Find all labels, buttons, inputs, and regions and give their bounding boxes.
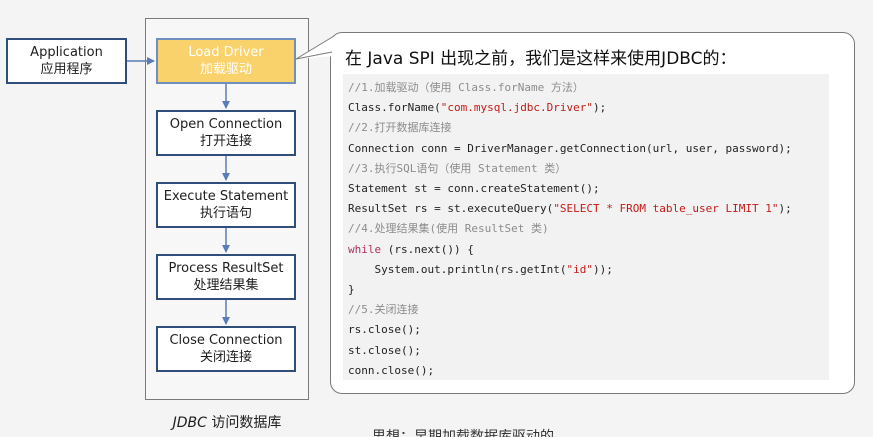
code-text: } <box>348 283 355 296</box>
code-string: "id" <box>566 262 594 276</box>
code-text: Statement st = conn.createStatement(); <box>348 182 600 195</box>
code-text: Class.forName( <box>348 101 441 115</box>
code-comment: //2.打开数据库连接 <box>348 121 452 135</box>
code-keyword: while <box>348 242 382 256</box>
group-caption-zh: 访问数据库 <box>211 415 282 431</box>
code-text: st.close(); <box>348 343 421 357</box>
code-line: //3.执行SQL语句（使用 Statement 类） <box>348 162 566 176</box>
code-string: "com.mysql.jdbc.Driver" <box>440 101 594 115</box>
code-text: ); <box>778 202 792 216</box>
code-line: rs.close(); <box>348 323 421 337</box>
code-comment: //3.执行SQL语句（使用 Statement 类） <box>348 161 567 175</box>
code-line: } <box>348 283 355 297</box>
code-line: conn.close(); <box>348 364 434 378</box>
code-text: ); <box>593 101 607 115</box>
callout-pointer <box>295 35 335 60</box>
group-caption: JDBC 访问数据库 <box>145 412 309 432</box>
code-line: //1.加载驱动（使用 Class.forName 方法） <box>348 81 584 95</box>
code-line: Statement st = conn.createStatement(); <box>348 182 600 196</box>
code-text: ResultSet rs = st.executeQuery( <box>348 202 554 216</box>
code-text: (rs.next()) { <box>381 242 474 256</box>
bottom-subtitle: 思想：早期加载数据库驱动的 <box>372 429 554 437</box>
callout-title: 在 Java SPI 出现之前，我们是这样来使用JDBC的： <box>345 49 737 69</box>
code-text: System.out.println(rs.getInt( <box>348 262 567 276</box>
code-string: "SELECT * FROM table_user LIMIT 1" <box>553 202 779 216</box>
code-text: Connection conn = DriverManager.getConne… <box>348 141 792 155</box>
code-comment: //4.处理结果集(使用 ResultSet 类) <box>348 222 549 236</box>
code-text: rs.close(); <box>348 323 421 337</box>
code-line: Connection conn = DriverManager.getConne… <box>348 142 792 156</box>
code-line: //4.处理结果集(使用 ResultSet 类) <box>348 222 549 236</box>
code-line: //5.关闭连接 <box>348 303 419 317</box>
code-text: )); <box>593 262 613 276</box>
code-text: conn.close(); <box>348 363 435 377</box>
code-line: Class.forName("com.mysql.jdbc.Driver"); <box>348 101 606 115</box>
code-line: while (rs.next()) { <box>348 243 474 257</box>
code-line: //2.打开数据库连接 <box>348 121 452 135</box>
group-caption-en: JDBC <box>172 415 207 431</box>
code-comment: //5.关闭连接 <box>348 303 419 317</box>
code-comment: //1.加载驱动（使用 Class.forName 方法） <box>348 81 584 94</box>
code-line: System.out.println(rs.getInt("id")); <box>348 262 613 277</box>
code-line: st.close(); <box>348 344 421 358</box>
code-line: ResultSet rs = st.executeQuery("SELECT *… <box>348 202 792 216</box>
